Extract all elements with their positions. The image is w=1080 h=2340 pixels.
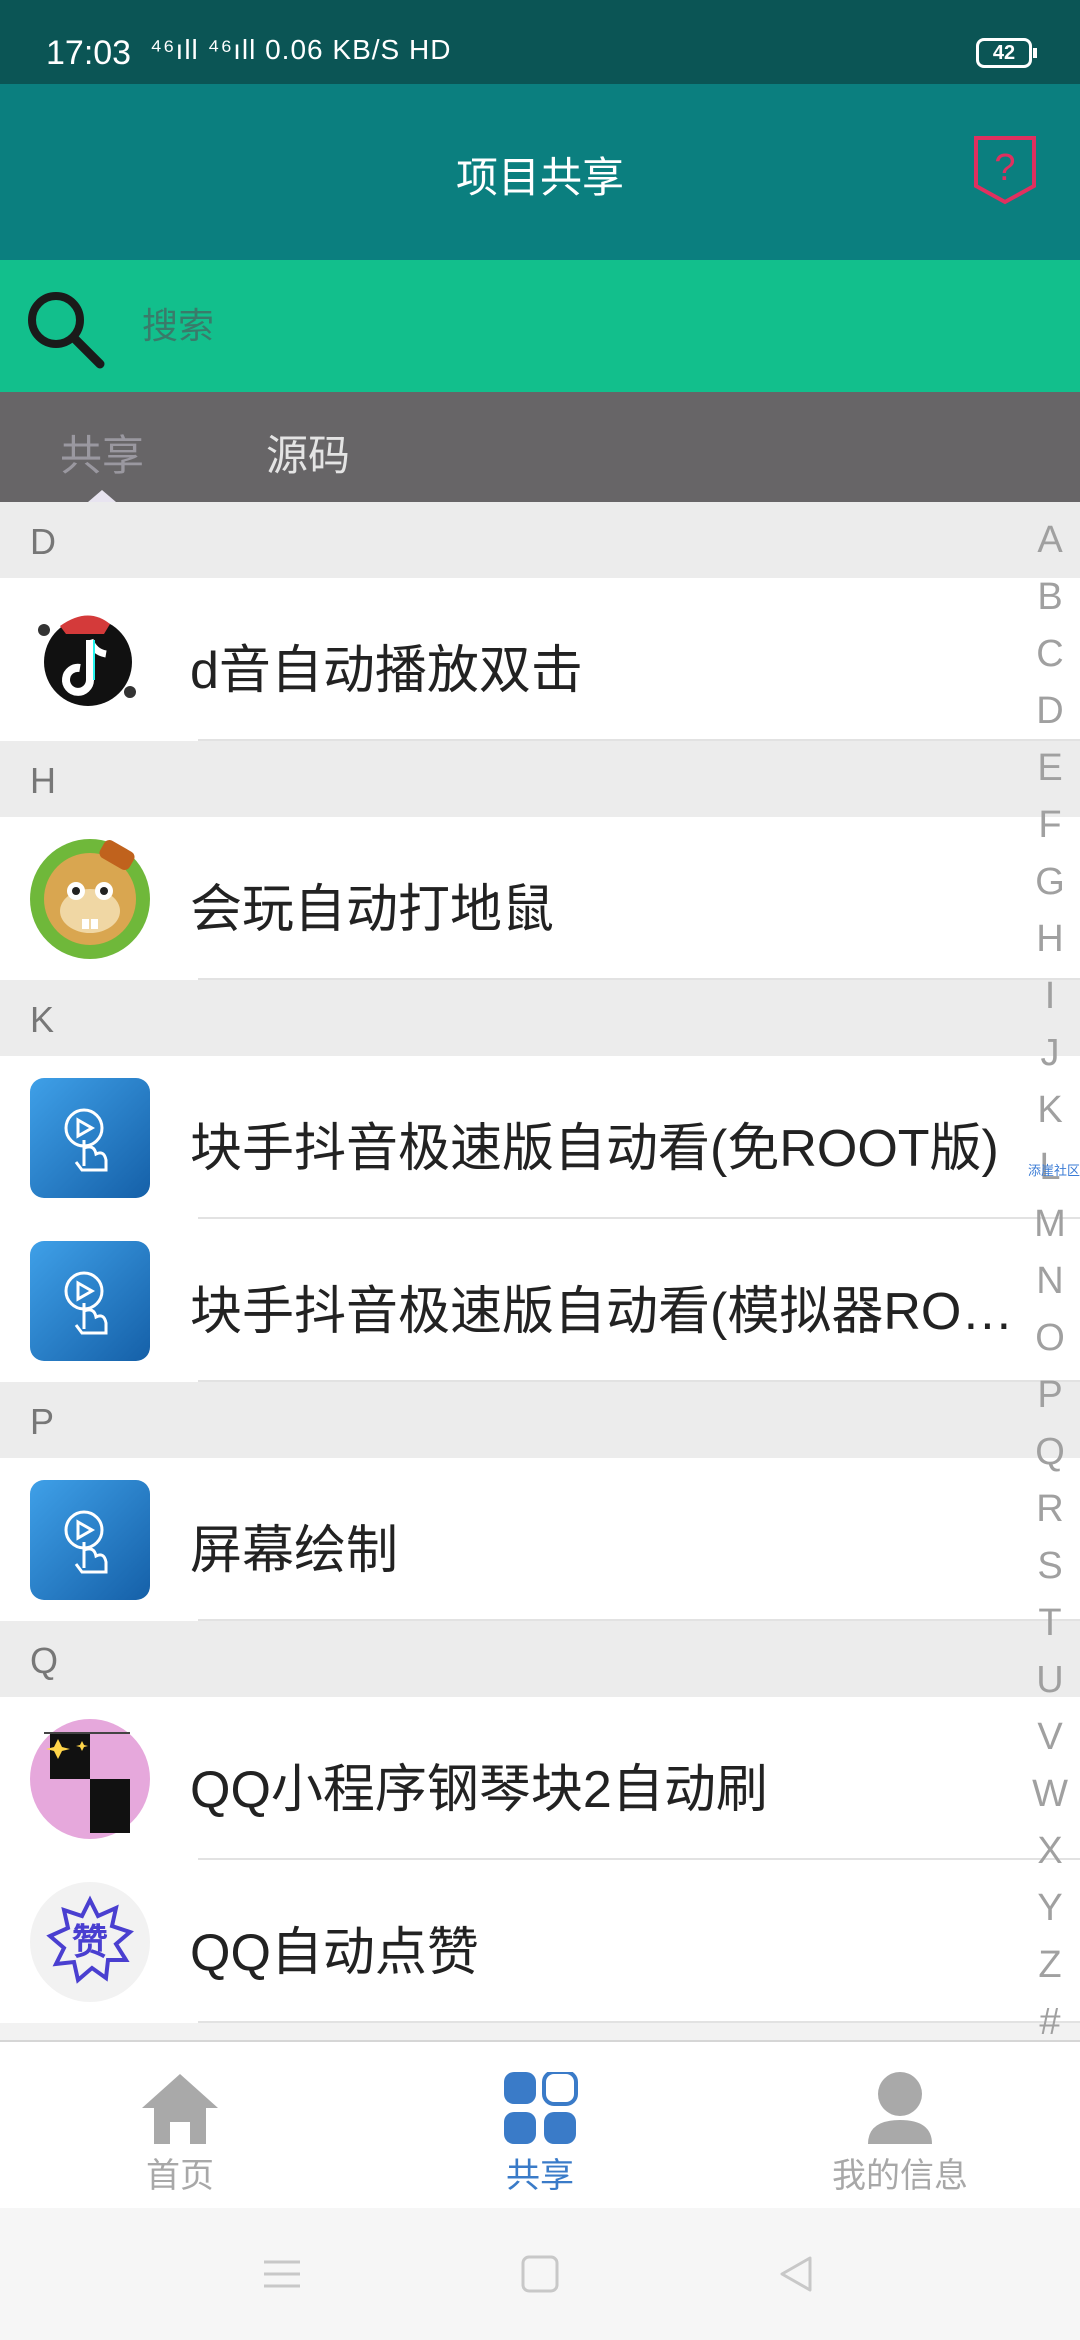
item-label: QQ自动点赞 <box>190 1924 479 1982</box>
search-input[interactable] <box>140 290 1044 362</box>
item-label: 屏幕绘制 <box>190 1522 399 1580</box>
section-header-q: Q <box>0 1621 1080 1697</box>
index-letter-p[interactable]: P <box>1020 1367 1080 1424</box>
help-shield-icon: ? <box>974 136 1036 205</box>
item-label: 块手抖音极速版自动看(免ROOT版) <box>190 1120 999 1178</box>
list-item[interactable]: QQ小程序钢琴块2自动刷 <box>0 1697 1080 1860</box>
index-letter-r[interactable]: R <box>1020 1481 1080 1538</box>
nav-my-info-label: 我的信息 <box>832 2157 968 2195</box>
divider <box>198 739 1080 741</box>
item-label: 块手抖音极速版自动看(模拟器ROOT版) <box>190 1283 1040 1341</box>
bottom-nav: 首页 共享 我的信息 <box>0 2040 1080 2208</box>
index-letter-y[interactable]: Y <box>1020 1880 1080 1937</box>
page-title: 项目共享 <box>455 154 624 201</box>
list-item[interactable]: d音自动播放双击 <box>0 578 1080 741</box>
tab-source[interactable]: 源码 <box>266 422 350 483</box>
search-icon[interactable] <box>20 284 110 374</box>
index-letter-w[interactable]: W <box>1020 1766 1080 1823</box>
nav-home-label: 首页 <box>146 2157 214 2195</box>
index-letter-z[interactable]: Z <box>1020 1937 1080 1994</box>
section-header-h: H <box>0 741 1080 817</box>
index-letter-i[interactable]: I <box>1020 968 1080 1025</box>
section-header-p: P <box>0 1382 1080 1458</box>
app-header: 项目共享 ? <box>0 84 1080 260</box>
divider <box>198 978 1080 980</box>
index-letter-s[interactable]: S <box>1020 1538 1080 1595</box>
list-item[interactable]: 屏幕绘制 <box>0 1458 1080 1621</box>
index-letter-x[interactable]: X <box>1020 1823 1080 1880</box>
index-letter-k[interactable]: K <box>1020 1082 1080 1139</box>
nav-share-label: 共享 <box>506 2157 574 2195</box>
index-letter-q[interactable]: Q <box>1020 1424 1080 1481</box>
item-label: d音自动播放双击 <box>190 642 583 700</box>
tab-indicator <box>88 490 116 502</box>
nav-my-info[interactable]: 我的信息 <box>800 2072 1000 2197</box>
network-indicators: ⁴⁶ıll ⁴⁶ıll 0.06 KB/S HD <box>150 34 452 65</box>
help-button[interactable]: ? <box>972 134 1038 206</box>
section-header-k: K <box>0 980 1080 1056</box>
touch-play-icon <box>30 1078 150 1198</box>
grid-icon <box>504 2072 578 2144</box>
index-letter-g[interactable]: G <box>1020 854 1080 911</box>
nav-share[interactable]: 共享 <box>440 2072 640 2197</box>
index-letter-f[interactable]: F <box>1020 797 1080 854</box>
like-badge-icon: 赞 <box>30 1882 150 2002</box>
touch-play-icon <box>30 1241 150 1361</box>
index-letter-h[interactable]: H <box>1020 911 1080 968</box>
whack-mole-icon <box>30 839 150 959</box>
system-nav-bar <box>0 2208 1080 2340</box>
section-header-d: D <box>0 502 1080 578</box>
list-item[interactable]: 会玩自动打地鼠 <box>0 817 1080 980</box>
item-label: 会玩自动打地鼠 <box>190 881 555 939</box>
nav-home[interactable]: 首页 <box>80 2072 280 2197</box>
touch-play-icon <box>30 1480 150 1600</box>
list-item[interactable]: 块手抖音极速版自动看(模拟器ROOT版) <box>0 1219 1080 1382</box>
index-letter-v[interactable]: V <box>1020 1709 1080 1766</box>
index-letter-u[interactable]: U <box>1020 1652 1080 1709</box>
status-time: 17:03 <box>46 34 132 72</box>
battery-icon: 42 <box>976 38 1037 68</box>
watermark: 添崖社区 <box>1027 1163 1080 1178</box>
svg-text:赞: 赞 <box>72 1922 108 1963</box>
divider <box>198 1619 1080 1621</box>
index-letter-m[interactable]: M <box>1020 1196 1080 1253</box>
search-bar <box>0 260 1080 392</box>
index-letter-a[interactable]: A <box>1020 512 1080 569</box>
back-icon[interactable] <box>776 2254 816 2294</box>
item-label: QQ小程序钢琴块2自动刷 <box>190 1761 768 1819</box>
index-letter-o[interactable]: O <box>1020 1310 1080 1367</box>
menu-icon[interactable] <box>262 2254 302 2294</box>
user-icon <box>868 2072 932 2144</box>
project-list: D d音自动播放双击 H 会玩自动打地鼠 K 块手抖音极速版自动看(免ROOT版… <box>0 502 1080 2023</box>
index-letter-c[interactable]: C <box>1020 626 1080 683</box>
piano-tiles-icon <box>30 1719 150 1839</box>
tiktok-icon <box>30 600 150 720</box>
index-letter-t[interactable]: T <box>1020 1595 1080 1652</box>
status-bar: 17:03 ⁴⁶ıll ⁴⁶ıll 0.06 KB/S HD 42 <box>0 0 1080 84</box>
alphabet-index[interactable]: A B C D E F G H I J K L M N O P Q R S T … <box>1020 512 1080 2051</box>
home-icon <box>142 2074 218 2144</box>
home-square-icon[interactable] <box>520 2254 560 2294</box>
index-letter-b[interactable]: B <box>1020 569 1080 626</box>
index-letter-j[interactable]: J <box>1020 1025 1080 1082</box>
index-letter-d[interactable]: D <box>1020 683 1080 740</box>
index-letter-e[interactable]: E <box>1020 740 1080 797</box>
help-symbol: ? <box>994 147 1015 189</box>
list-item[interactable]: 赞 QQ自动点赞 <box>0 1860 1080 2023</box>
tab-share[interactable]: 共享 <box>60 422 144 483</box>
divider <box>198 2021 1080 2023</box>
index-letter-n[interactable]: N <box>1020 1253 1080 1310</box>
divider <box>198 1380 1080 1382</box>
list-item[interactable]: 块手抖音极速版自动看(免ROOT版) <box>0 1056 1080 1219</box>
tab-bar: 共享 源码 <box>0 392 1080 502</box>
